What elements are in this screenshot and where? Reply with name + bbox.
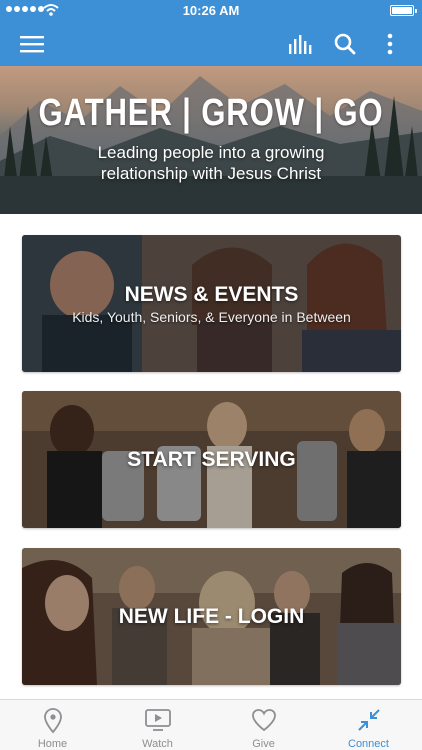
mountain-landscape-image bbox=[0, 76, 422, 214]
stats-button[interactable] bbox=[282, 22, 318, 66]
card-title: NEWS & EVENTS bbox=[124, 283, 299, 306]
tab-bar: Home Watch Give Connect bbox=[0, 699, 422, 750]
card-title: START SERVING bbox=[127, 448, 296, 471]
tab-give[interactable]: Give bbox=[211, 700, 316, 750]
bar-chart-icon bbox=[289, 35, 312, 54]
card-subtitle: Kids, Youth, Seniors, & Everyone in Betw… bbox=[72, 309, 351, 325]
tab-label: Watch bbox=[142, 738, 173, 750]
hero-title: GATHER | GROW | GO bbox=[38, 92, 384, 134]
hero-subtitle: Leading people into a growing relationsh… bbox=[97, 143, 325, 183]
search-icon bbox=[334, 33, 356, 55]
heart-icon bbox=[251, 709, 276, 732]
top-bar: 10:26 AM bbox=[0, 0, 422, 66]
video-icon bbox=[144, 709, 171, 731]
new-life-login-card[interactable]: NEW LIFE - LOGIN bbox=[22, 548, 401, 685]
tab-connect[interactable]: Connect bbox=[316, 700, 421, 750]
more-options-button[interactable] bbox=[372, 22, 408, 66]
hero-banner: GATHER | GROW | GO Leading people into a… bbox=[0, 66, 422, 214]
battery-icon bbox=[390, 5, 417, 16]
app-bar bbox=[0, 22, 422, 66]
location-pin-icon bbox=[43, 708, 62, 734]
tab-home[interactable]: Home bbox=[0, 700, 105, 750]
menu-button[interactable] bbox=[14, 22, 50, 66]
status-time: 10:26 AM bbox=[182, 3, 240, 18]
tab-label: Give bbox=[252, 738, 275, 750]
status-bar: 10:26 AM bbox=[0, 0, 422, 22]
arrows-in-icon bbox=[357, 709, 380, 731]
card-title: NEW LIFE - LOGIN bbox=[118, 605, 305, 628]
tab-label: Connect bbox=[348, 738, 389, 750]
hamburger-icon bbox=[20, 36, 44, 53]
search-button[interactable] bbox=[327, 22, 363, 66]
start-serving-card[interactable]: START SERVING bbox=[22, 391, 401, 528]
tab-label: Home bbox=[37, 738, 68, 750]
more-vertical-icon bbox=[387, 33, 393, 55]
tab-watch[interactable]: Watch bbox=[105, 700, 210, 750]
news-events-card[interactable]: NEWS & EVENTS Kids, Youth, Seniors, & Ev… bbox=[22, 235, 401, 372]
